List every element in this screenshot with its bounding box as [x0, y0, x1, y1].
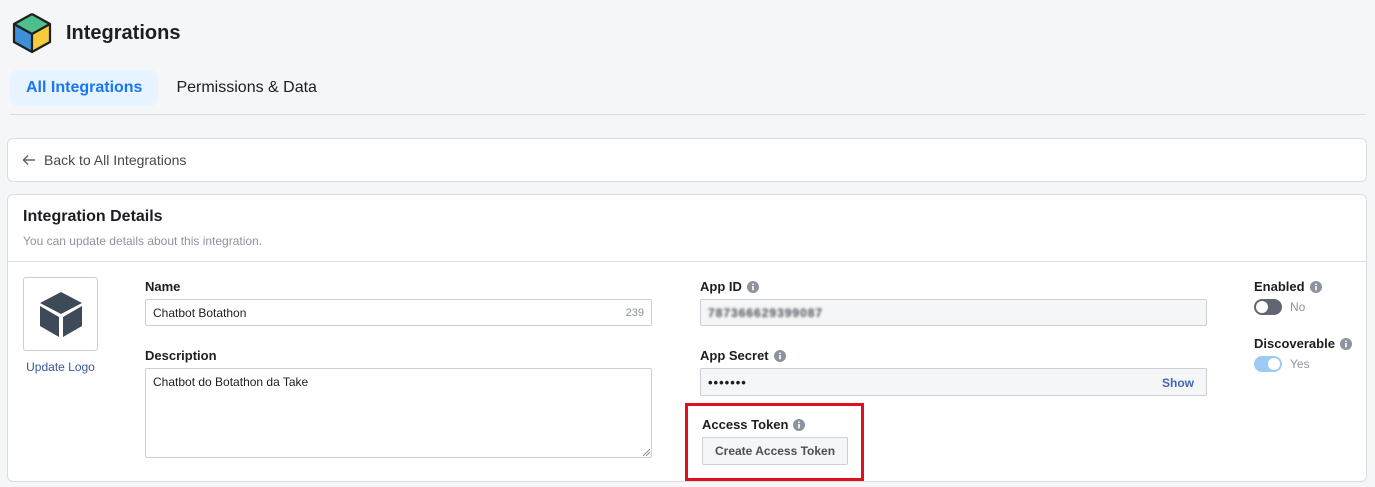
show-secret-button[interactable]: Show [1162, 376, 1194, 390]
card-header: Integration Details You can update detai… [8, 195, 1366, 262]
card-title: Integration Details [23, 208, 163, 225]
enabled-state: No [1290, 300, 1306, 314]
resize-grip-icon[interactable] [642, 448, 650, 456]
app-id-value: 787366629399087 [708, 305, 824, 320]
arrow-left-icon [22, 154, 35, 166]
name-label: Name [145, 279, 180, 294]
toggle-knob [1256, 301, 1268, 313]
info-icon[interactable] [746, 280, 759, 293]
description-field[interactable]: Chatbot do Botathon da Take [145, 368, 652, 458]
app-secret-value: ••••••• [708, 374, 747, 390]
enabled-toggle[interactable] [1254, 299, 1282, 315]
app-secret-label-text: App Secret [700, 348, 769, 363]
tab-bar: All Integrations Permissions & Data [10, 70, 333, 106]
tab-all-integrations[interactable]: All Integrations [10, 70, 159, 106]
create-access-token-button[interactable]: Create Access Token [702, 437, 849, 465]
back-to-all-integrations-link[interactable]: Back to All Integrations [44, 152, 186, 168]
name-value: Chatbot Botathon [153, 305, 247, 320]
description-label-text: Description [145, 348, 217, 363]
description-label: Description [145, 348, 217, 363]
app-secret-label: App Secret [700, 348, 786, 363]
discoverable-label: Discoverable [1254, 336, 1352, 351]
isometric-cube-icon [12, 13, 52, 54]
description-value: Chatbot do Botathon da Take [153, 375, 309, 389]
info-icon[interactable] [793, 418, 806, 431]
name-char-count: 239 [625, 307, 644, 319]
tab-permissions-data[interactable]: Permissions & Data [160, 70, 333, 106]
name-field[interactable]: Chatbot Botathon 239 [145, 299, 652, 326]
integration-details-card: Integration Details You can update detai… [7, 194, 1367, 482]
app-id-field[interactable]: 787366629399087 [700, 299, 1207, 326]
info-icon[interactable] [1309, 280, 1322, 293]
discoverable-state: Yes [1290, 357, 1310, 371]
cube-icon [39, 292, 82, 337]
app-id-label: App ID [700, 279, 759, 294]
back-link-card[interactable]: Back to All Integrations [7, 138, 1367, 182]
info-icon[interactable] [773, 349, 786, 362]
access-token-label-text: Access Token [702, 417, 789, 432]
name-label-text: Name [145, 279, 181, 294]
page-header: Integrations [12, 12, 180, 54]
tabs-divider [10, 114, 1365, 115]
update-logo-link[interactable]: Update Logo [23, 360, 98, 374]
toggle-knob [1268, 358, 1280, 370]
enabled-label-text: Enabled [1254, 279, 1305, 294]
discoverable-label-text: Discoverable [1254, 336, 1335, 351]
access-token-label: Access Token [702, 417, 806, 432]
integration-logo [23, 277, 98, 351]
info-icon[interactable] [1339, 337, 1352, 350]
discoverable-toggle[interactable] [1254, 356, 1282, 372]
enabled-label: Enabled [1254, 279, 1322, 294]
page-title: Integrations [66, 21, 181, 44]
app-secret-field[interactable]: ••••••• Show [700, 368, 1207, 396]
card-subtitle: You can update details about this integr… [23, 234, 263, 248]
app-id-label-text: App ID [700, 279, 742, 294]
